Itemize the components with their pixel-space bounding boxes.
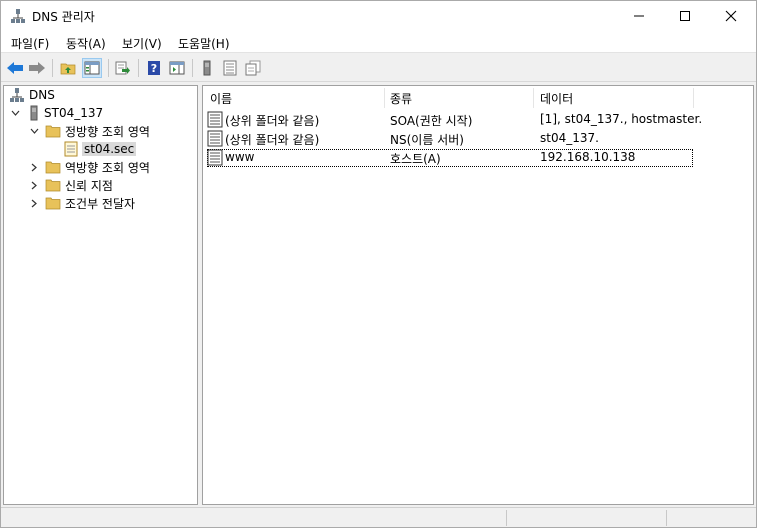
column-header-name[interactable]: 이름 bbox=[210, 90, 232, 107]
minimize-button[interactable] bbox=[616, 1, 662, 31]
chevron-right-icon[interactable] bbox=[29, 180, 39, 190]
chevron-down-icon[interactable] bbox=[29, 126, 39, 136]
cell-name: (상위 폴더와 같음) bbox=[225, 133, 320, 147]
tree-node-dns[interactable]: DNS bbox=[9, 86, 55, 104]
tree-label-forward-zones: 정방향 조회 영역 bbox=[65, 124, 150, 139]
window-title: DNS 관리자 bbox=[32, 10, 95, 24]
list-icon bbox=[223, 60, 237, 76]
cell-data: 192.168.10.138 bbox=[540, 150, 636, 164]
table-row[interactable]: (상위 폴더와 같음) NS(이름 서버) st04_137. bbox=[207, 130, 693, 148]
tree-label-conditional-forwarders: 조건부 전달자 bbox=[65, 196, 136, 211]
tree-node-zone-st04[interactable]: st04.sec bbox=[64, 140, 137, 158]
menu-bar: 파일(F) 동작(A) 보기(V) 도움말(H) bbox=[1, 31, 756, 53]
menu-view[interactable]: 보기(V) bbox=[122, 35, 162, 52]
maximize-icon bbox=[680, 11, 690, 21]
toolbar: ? bbox=[1, 54, 756, 82]
zone-file-icon bbox=[64, 141, 78, 157]
cell-type: SOA(권한 시작) bbox=[390, 114, 473, 128]
list-button[interactable] bbox=[220, 58, 240, 78]
tree-node-conditional-forwarders[interactable]: 조건부 전달자 bbox=[45, 194, 135, 212]
tree-label-zone-st04: st04.sec bbox=[82, 142, 137, 156]
cell-data: st04_137. bbox=[540, 131, 599, 145]
tree-node-forward-zones[interactable]: 정방향 조회 영역 bbox=[45, 122, 150, 140]
up-folder-icon bbox=[60, 63, 76, 75]
title-bar[interactable]: DNS 관리자 bbox=[1, 1, 756, 31]
tree-label-server: ST04_137 bbox=[44, 106, 104, 120]
back-icon bbox=[7, 62, 23, 74]
chevron-down-icon[interactable] bbox=[10, 108, 20, 118]
column-header-data[interactable]: 데이터 bbox=[540, 90, 573, 107]
copy-button[interactable] bbox=[243, 58, 263, 78]
maximize-button[interactable] bbox=[662, 1, 708, 31]
up-folder-button[interactable] bbox=[58, 58, 78, 78]
chevron-right-icon[interactable] bbox=[29, 162, 39, 172]
folder-icon bbox=[45, 125, 61, 138]
tree-label-reverse-zones: 역방향 조회 영역 bbox=[65, 160, 150, 175]
console-tree[interactable]: DNS ST04_137 정방향 조회 영역 st04.sec 역방향 조회 영… bbox=[3, 85, 198, 505]
folder-icon bbox=[45, 161, 61, 174]
folder-icon bbox=[45, 197, 61, 210]
dns-app-icon bbox=[10, 8, 26, 24]
show-hide-action-pane-icon bbox=[169, 61, 185, 75]
server-button[interactable] bbox=[197, 58, 217, 78]
help-icon: ? bbox=[148, 61, 160, 75]
tree-label-dns: DNS bbox=[29, 88, 55, 102]
help-button[interactable]: ? bbox=[144, 58, 164, 78]
status-bar bbox=[1, 507, 756, 527]
dns-icon bbox=[10, 88, 24, 102]
server-icon bbox=[30, 105, 38, 121]
status-divider bbox=[506, 510, 507, 526]
table-row[interactable]: (상위 폴더와 같음) SOA(권한 시작) [1], st04_137., h… bbox=[207, 111, 702, 129]
cell-type: NS(이름 서버) bbox=[390, 133, 464, 147]
forward-button[interactable] bbox=[27, 58, 47, 78]
table-row[interactable]: www 호스트(A) 192.168.10.138 bbox=[207, 149, 693, 167]
menu-help[interactable]: 도움말(H) bbox=[178, 35, 230, 52]
svg-text:?: ? bbox=[151, 62, 157, 75]
back-button[interactable] bbox=[5, 58, 25, 78]
show-hide-tree-button[interactable] bbox=[82, 58, 102, 78]
column-header-type[interactable]: 종류 bbox=[390, 90, 412, 107]
export-list-icon bbox=[115, 61, 130, 75]
cell-name: (상위 폴더와 같음) bbox=[225, 114, 320, 128]
record-icon bbox=[207, 130, 223, 147]
export-list-button[interactable] bbox=[113, 58, 133, 78]
tree-node-reverse-zones[interactable]: 역방향 조회 영역 bbox=[45, 158, 150, 176]
copy-icon bbox=[245, 60, 261, 76]
menu-file[interactable]: 파일(F) bbox=[11, 35, 49, 52]
cell-name: www bbox=[225, 150, 255, 164]
dns-manager-window: DNS 관리자 파일(F) 동작(A) 보기(V) 도움말(H) ? DNS S… bbox=[0, 0, 757, 528]
folder-icon bbox=[45, 179, 61, 192]
forward-icon bbox=[29, 62, 45, 74]
show-hide-action-pane-button[interactable] bbox=[167, 58, 187, 78]
cell-type: 호스트(A) bbox=[390, 152, 441, 166]
record-icon bbox=[207, 111, 223, 128]
chevron-right-icon[interactable] bbox=[29, 198, 39, 208]
status-divider bbox=[666, 510, 667, 526]
tree-node-server[interactable]: ST04_137 bbox=[28, 104, 103, 122]
tree-node-trust-points[interactable]: 신뢰 지점 bbox=[45, 176, 113, 194]
records-list[interactable]: 이름 종류 데이터 (상위 폴더와 같음) SOA(권한 시작) [1], st… bbox=[202, 85, 754, 505]
close-icon bbox=[725, 10, 737, 22]
close-button[interactable] bbox=[708, 1, 754, 31]
cell-data: [1], st04_137., hostmaster. bbox=[540, 112, 703, 126]
record-icon bbox=[207, 149, 223, 166]
tree-label-trust-points: 신뢰 지점 bbox=[65, 178, 113, 193]
server-icon bbox=[203, 60, 211, 76]
show-hide-tree-icon bbox=[84, 61, 100, 75]
minimize-icon bbox=[634, 15, 644, 17]
menu-action[interactable]: 동작(A) bbox=[66, 35, 106, 52]
